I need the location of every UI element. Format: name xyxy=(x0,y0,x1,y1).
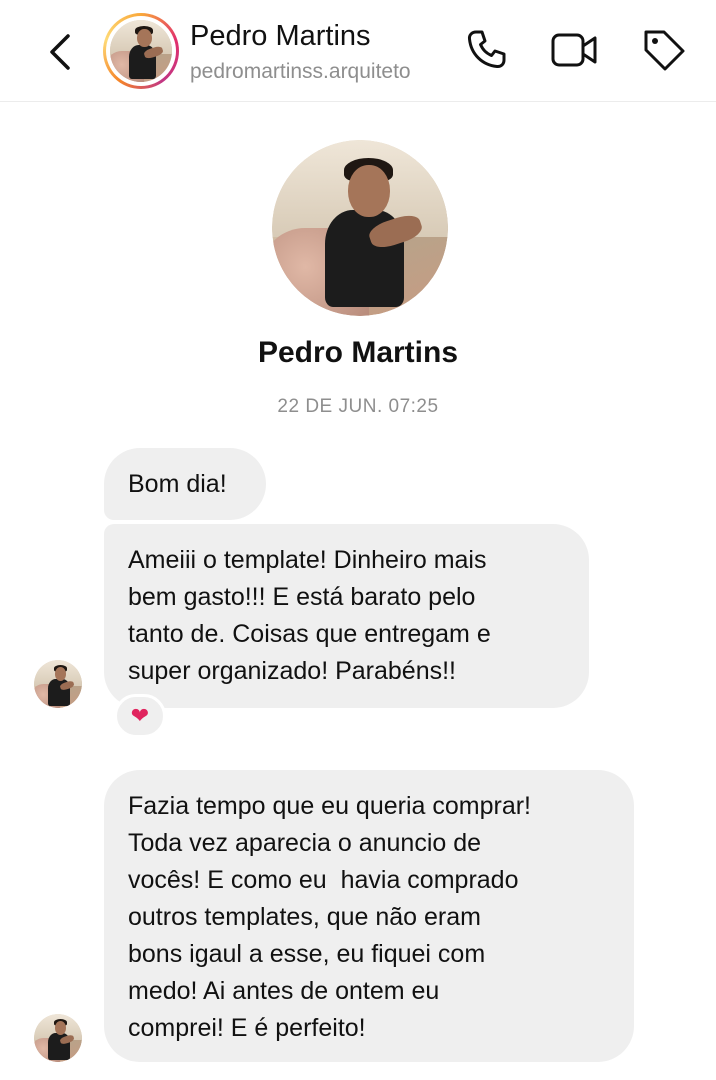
message-text: vocês! E como eu havia comprado xyxy=(128,866,519,894)
back-button[interactable] xyxy=(40,28,80,76)
message-text: medo! Ai antes de ontem eu xyxy=(128,977,440,1005)
message-text: Fazia tempo que eu queria comprar! xyxy=(128,792,531,820)
tag-icon xyxy=(644,30,685,71)
message-bubble[interactable]: Fazia tempo que eu queria comprar! Toda … xyxy=(104,770,634,1062)
header-avatar[interactable] xyxy=(103,13,179,89)
message-text: comprei! E é perfeito! xyxy=(128,1014,366,1042)
avatar-photo xyxy=(272,140,448,316)
message-timestamp: 22 DE JUN. 07:25 xyxy=(277,396,439,417)
call-button[interactable] xyxy=(462,26,510,74)
heart-reaction[interactable]: ❤ xyxy=(114,694,166,738)
video-call-button[interactable] xyxy=(550,26,598,74)
message-bubble[interactable]: Bom dia! xyxy=(104,448,266,520)
avatar-photo xyxy=(34,660,82,708)
phone-icon xyxy=(467,30,506,69)
message-text: super organizado! Parabéns!! xyxy=(128,657,456,685)
video-camera-icon xyxy=(551,33,597,67)
message-text: bem gasto!!! E está barato pelo xyxy=(128,583,476,611)
header-contact-name[interactable]: Pedro Martins xyxy=(190,20,371,53)
message-text: tanto de. Coisas que entregam e xyxy=(128,620,491,648)
message-text: Ameiii o template! Dinheiro mais xyxy=(128,546,487,574)
sender-avatar[interactable] xyxy=(34,1014,82,1062)
message-bubble[interactable]: Ameiii o template! Dinheiro mais bem gas… xyxy=(104,524,589,708)
heart-icon: ❤ xyxy=(130,703,150,728)
chat-header: Pedro Martins pedromartinss.arquiteto xyxy=(0,0,716,102)
sender-avatar[interactable] xyxy=(34,660,82,708)
profile-avatar[interactable] xyxy=(272,140,448,316)
message-text: bons igaul a esse, eu fiquei com xyxy=(128,940,486,968)
tag-button[interactable] xyxy=(640,26,688,74)
back-arrow-icon xyxy=(50,34,70,70)
message-text: Bom dia! xyxy=(128,470,227,498)
message-text: Toda vez aparecia o anuncio de xyxy=(128,829,482,857)
header-username: pedromartinss.arquiteto xyxy=(190,60,411,83)
message-text: outros templates, que não eram xyxy=(128,903,481,931)
profile-name[interactable]: Pedro Martins xyxy=(0,336,716,370)
avatar-photo xyxy=(110,20,172,82)
avatar-photo xyxy=(34,1014,82,1062)
